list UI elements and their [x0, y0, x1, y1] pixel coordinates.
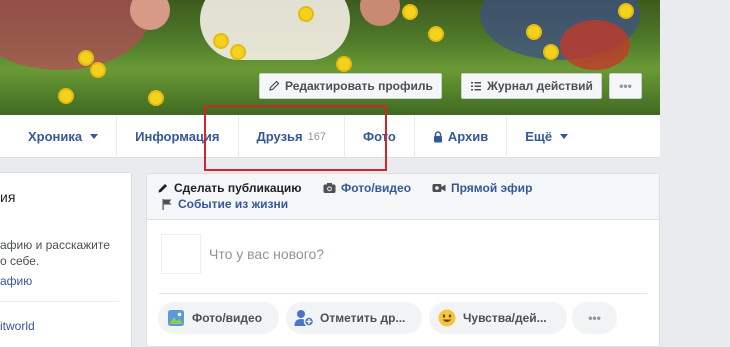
tag-friends-icon	[294, 308, 314, 328]
caret-down-icon	[560, 134, 569, 139]
intro-card: ия афию и расскажите о себе. афию itworl…	[0, 172, 132, 347]
more-actions-button[interactable]: •••	[572, 302, 617, 334]
create-post-label: Сделать публикацию	[174, 181, 302, 195]
cover-decor	[404, 6, 416, 18]
post-composer: Сделать публикацию Фото/видео Прямой эфи…	[146, 173, 660, 347]
cover-decor	[545, 46, 557, 58]
photo-icon	[166, 308, 186, 328]
tab-label: Хроника	[28, 129, 83, 144]
flag-icon	[162, 199, 172, 210]
pencil-icon	[158, 184, 167, 193]
more-dots-icon: •••	[588, 311, 601, 325]
live-label: Прямой эфир	[451, 181, 533, 195]
feeling-activity-button[interactable]: Чувства/дей...	[429, 302, 567, 334]
cover-decor	[80, 52, 92, 64]
edit-profile-button[interactable]: Редактировать профиль	[259, 73, 442, 99]
cover-decor	[60, 90, 72, 102]
live-video-tab[interactable]: Прямой эфир	[432, 181, 532, 195]
tag-friends-button[interactable]: Отметить др...	[286, 302, 422, 334]
cover-decor	[560, 20, 630, 70]
divider	[0, 301, 119, 302]
cover-decor	[232, 46, 244, 58]
tag-friends-label: Отметить др...	[320, 311, 406, 325]
life-event-label: Событие из жизни	[178, 197, 289, 211]
lock-icon	[433, 130, 442, 142]
intro-text-line-1: афию и расскажите	[0, 238, 110, 252]
tab-label: Ещё	[525, 129, 553, 144]
life-event-tab[interactable]: Событие из жизни	[161, 197, 288, 211]
avatar	[161, 234, 201, 274]
annotation-highlight-box	[204, 105, 387, 171]
edit-profile-label: Редактировать профиль	[285, 79, 433, 93]
tab-archive[interactable]: Архив	[415, 115, 508, 158]
cover-decor	[338, 58, 350, 70]
intro-text: афию и расскажите о себе.	[0, 237, 110, 269]
add-photo-video-button[interactable]: Фото/видео	[158, 302, 279, 334]
activity-log-button[interactable]: Журнал действий	[461, 73, 602, 99]
more-options-button[interactable]: •••	[609, 73, 642, 99]
photo-video-tab[interactable]: Фото/видео	[323, 181, 411, 195]
more-dots-icon: •••	[619, 79, 632, 93]
tab-label: Архив	[447, 129, 489, 144]
tab-timeline[interactable]: Хроника	[0, 115, 118, 158]
cover-photo[interactable]: Редактировать профиль Журнал действий ••…	[0, 0, 660, 115]
cover-decor	[200, 0, 350, 60]
activity-log-label: Журнал действий	[487, 79, 593, 93]
intro-title: ия	[0, 189, 16, 205]
photo-video-action-label: Фото/видео	[192, 311, 263, 325]
cover-decor	[528, 26, 540, 38]
camera-icon	[323, 183, 336, 193]
video-camera-icon	[432, 184, 446, 192]
cover-decor	[92, 64, 104, 76]
cover-decor	[300, 8, 312, 20]
cover-decor	[620, 5, 632, 17]
cover-decor	[215, 35, 227, 47]
divider	[159, 293, 647, 294]
tab-more[interactable]: Ещё	[507, 115, 586, 158]
caret-down-icon	[90, 134, 99, 139]
feeling-label: Чувства/дей...	[463, 311, 547, 325]
composer-input[interactable]: Что у вас нового?	[209, 246, 324, 262]
composer-header: Сделать публикацию Фото/видео Прямой эфи…	[147, 174, 659, 220]
photo-video-label: Фото/видео	[341, 181, 412, 195]
cover-decor	[0, 0, 150, 70]
intro-text-line-2: о себе.	[0, 254, 40, 268]
cover-decor	[430, 28, 442, 40]
pencil-icon	[269, 80, 280, 91]
intro-website-link[interactable]: itworld	[0, 319, 35, 333]
cover-decor	[150, 92, 162, 104]
intro-link[interactable]: афию	[0, 274, 32, 288]
cover-decor	[360, 0, 400, 26]
smiley-icon	[437, 308, 457, 328]
create-post-tab[interactable]: Сделать публикацию	[157, 181, 302, 195]
list-icon	[471, 82, 481, 91]
